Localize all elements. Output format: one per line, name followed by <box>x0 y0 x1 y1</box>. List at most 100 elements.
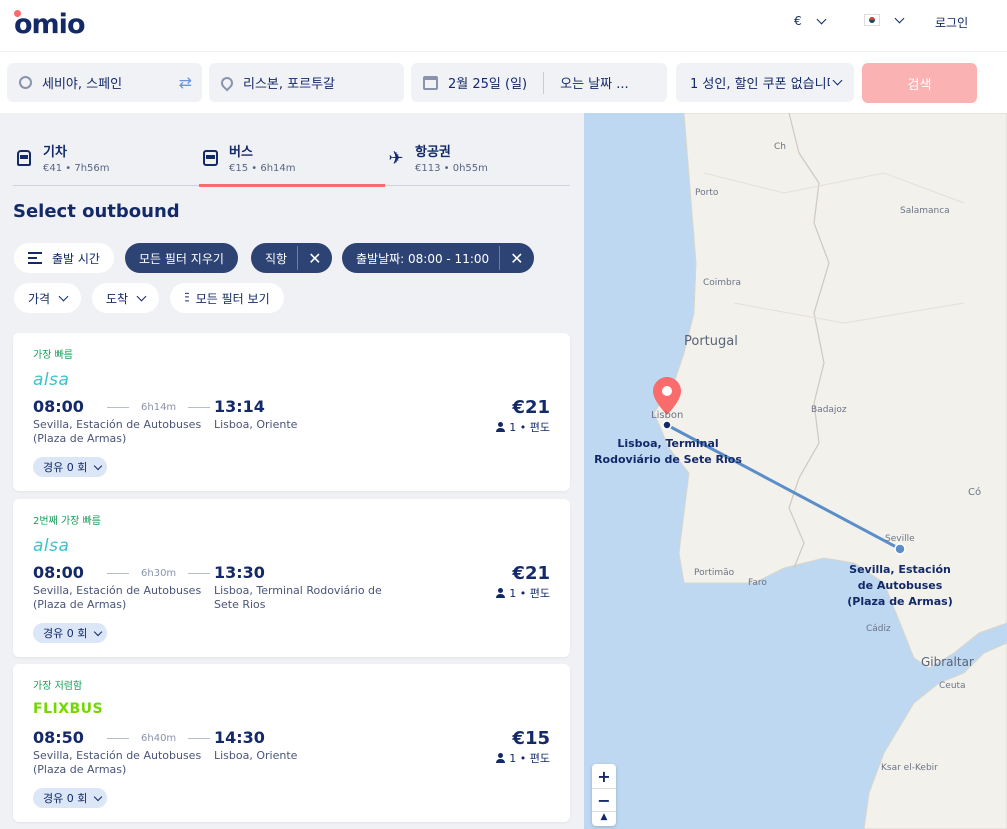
departure-time: 08:00 <box>33 397 84 416</box>
seville-stop-marker <box>894 543 906 555</box>
date-field[interactable]: 2월 25일 (일) 오는 날짜 ... <box>411 63 667 102</box>
person-icon <box>496 753 506 763</box>
passenger-value: 1 성인, 할인 쿠폰 없습니다 <box>690 77 830 92</box>
chip-label: 출발날짜: 08:00 - 11:00 <box>356 251 490 266</box>
tab-bus[interactable]: 버스 €15 • 6h14m <box>199 137 385 187</box>
chevron-down-icon <box>94 792 103 801</box>
result-tag: 가장 빠름 <box>33 350 73 361</box>
map-label-porto: Porto <box>695 188 719 198</box>
chip-label: 가격 <box>28 291 51 306</box>
language-selector[interactable] <box>864 13 905 26</box>
tab-info: €113 • 0h55m <box>415 163 488 174</box>
lisbon-stop-marker <box>662 420 672 430</box>
map-label-gibraltar: Gibraltar <box>921 655 974 669</box>
person-icon <box>496 588 506 598</box>
chevron-down-icon <box>894 13 905 23</box>
result-card[interactable]: 2번째 가장 빠름 alsa 08:00 6h30m 13:30 Sevilla… <box>13 499 570 657</box>
result-tag: 가장 저렴함 <box>33 681 83 692</box>
page-title: Select outbound <box>13 201 180 222</box>
passenger-info: 1 • 편도 <box>496 750 550 766</box>
chip-label: 도착 <box>106 291 129 306</box>
chevron-down-icon <box>94 627 103 636</box>
departure-time-filter-chip[interactable]: 출발날짜: 08:00 - 11:00 ✕ <box>342 243 534 273</box>
price-filter-chip[interactable]: 가격 <box>14 283 82 313</box>
stops-toggle[interactable]: 경유 0 회 <box>33 457 108 477</box>
arrival-filter-chip[interactable]: 도착 <box>92 283 160 313</box>
seville-station-label-1: Sevilla, Estación <box>849 563 951 576</box>
direct-filter-chip[interactable]: 직항 ✕ <box>251 243 332 273</box>
result-card[interactable]: 가장 저렴함 FLIXBUS 08:50 6h40m 14:30 Sevilla… <box>13 664 570 822</box>
sort-icon <box>28 252 42 264</box>
stops-toggle[interactable]: 경유 0 회 <box>33 623 108 643</box>
tab-flight[interactable]: ✈ 항공권 €113 • 0h55m <box>385 137 488 186</box>
results-panel: 기차 €41 • 7h56m 버스 €15 • 6h14m ✈ 항공권 €113… <box>0 113 584 829</box>
operator-logo: alsa <box>33 536 70 556</box>
login-link[interactable]: 로그인 <box>935 14 968 31</box>
return-date[interactable]: 오는 날짜 ... <box>560 73 629 92</box>
map-label-badajoz: Badajoz <box>811 405 847 415</box>
origin-value: 세비야, 스페인 <box>42 77 123 92</box>
arrival-station: Lisboa, Terminal Rodoviário de Sete Rios <box>214 584 382 611</box>
arrival-time: 13:14 <box>214 397 265 416</box>
zoom-in-button[interactable]: + <box>592 764 616 788</box>
seville-station-label-2: de Autobuses <box>858 579 943 592</box>
search-button[interactable]: 검색 <box>862 63 977 103</box>
person-icon <box>496 422 506 432</box>
passenger-info: 1 • 편도 <box>496 419 550 435</box>
map-label-portimao: Portimão <box>694 568 735 578</box>
sliders-icon: ⫶⫶⫶ <box>184 290 190 306</box>
departure-time: 08:50 <box>33 728 84 747</box>
close-icon[interactable]: ✕ <box>297 246 322 270</box>
passenger-field[interactable]: 1 성인, 할인 쿠폰 없습니다 <box>676 63 854 102</box>
operator-logo: alsa <box>33 370 70 390</box>
result-card[interactable]: 가장 빠름 alsa 08:00 6h14m 13:14 Sevilla, Es… <box>13 333 570 491</box>
chip-label: 모든 필터 보기 <box>195 291 270 306</box>
depart-date[interactable]: 2월 25일 (일) <box>448 73 527 92</box>
tab-label: 버스 <box>229 145 253 160</box>
zoom-out-button[interactable]: − <box>592 788 616 812</box>
destination-field[interactable]: 리스본, 포르투갈 <box>209 63 404 102</box>
operator-logo: FLIXBUS <box>33 701 104 717</box>
date-divider <box>543 71 545 94</box>
price: €21 <box>512 563 550 584</box>
swap-icon[interactable]: ⇄ <box>179 73 192 92</box>
train-icon <box>13 147 35 169</box>
tab-info: €15 • 6h14m <box>229 163 296 174</box>
passenger-info: 1 • 편도 <box>496 585 550 601</box>
clear-all-filters-chip[interactable]: 모든 필터 지우기 <box>125 243 238 273</box>
stops-toggle[interactable]: 경유 0 회 <box>33 788 108 808</box>
location-pin-icon <box>218 74 236 91</box>
map-label-ch: Ch <box>774 142 786 152</box>
currency-selector[interactable]: € <box>794 14 827 28</box>
origin-field[interactable]: 세비야, 스페인 ⇄ <box>7 63 202 102</box>
arrival-time: 14:30 <box>214 728 265 747</box>
lisbon-station-label-1: Lisboa, Terminal <box>617 437 718 450</box>
trip-duration: 6h40m <box>95 733 222 744</box>
lisbon-station-label-2: Rodoviário de Sete Rios <box>594 453 742 466</box>
map-label-co: Có <box>968 486 981 498</box>
chevron-down-icon <box>94 461 103 470</box>
chevron-down-icon <box>832 75 843 86</box>
sort-departure-time-chip[interactable]: 출발 시간 <box>14 243 114 273</box>
compass-icon[interactable]: ▲ <box>592 812 616 826</box>
route-map[interactable]: Ch Porto Salamanca Coimbra Portugal Lisb… <box>584 113 1007 829</box>
price: €21 <box>512 397 550 418</box>
arrival-time: 13:30 <box>214 563 265 582</box>
map-label-lisbon: Lisbon <box>651 410 683 421</box>
omio-logo[interactable]: omio <box>14 9 85 40</box>
tab-label: 항공권 <box>415 145 451 160</box>
chevron-down-icon <box>816 14 827 24</box>
map-label-seville: Seville <box>885 534 915 544</box>
map-label-faro: Faro <box>748 578 767 588</box>
map-label-salamanca: Salamanca <box>900 206 950 216</box>
all-filters-chip[interactable]: ⫶⫶⫶ 모든 필터 보기 <box>170 283 284 313</box>
trip-duration: 6h14m <box>95 402 222 413</box>
arrival-station: Lisboa, Oriente <box>214 418 298 431</box>
transport-mode-tabs: 기차 €41 • 7h56m 버스 €15 • 6h14m ✈ 항공권 €113… <box>13 137 570 187</box>
tab-train[interactable]: 기차 €41 • 7h56m <box>13 137 110 186</box>
map-canvas[interactable]: Ch Porto Salamanca Coimbra Portugal Lisb… <box>584 113 1007 829</box>
top-header: omio € 로그인 <box>0 0 1007 52</box>
arrival-station: Lisboa, Oriente <box>214 749 298 762</box>
close-icon[interactable]: ✕ <box>499 246 524 270</box>
trip-duration: 6h30m <box>95 568 222 579</box>
